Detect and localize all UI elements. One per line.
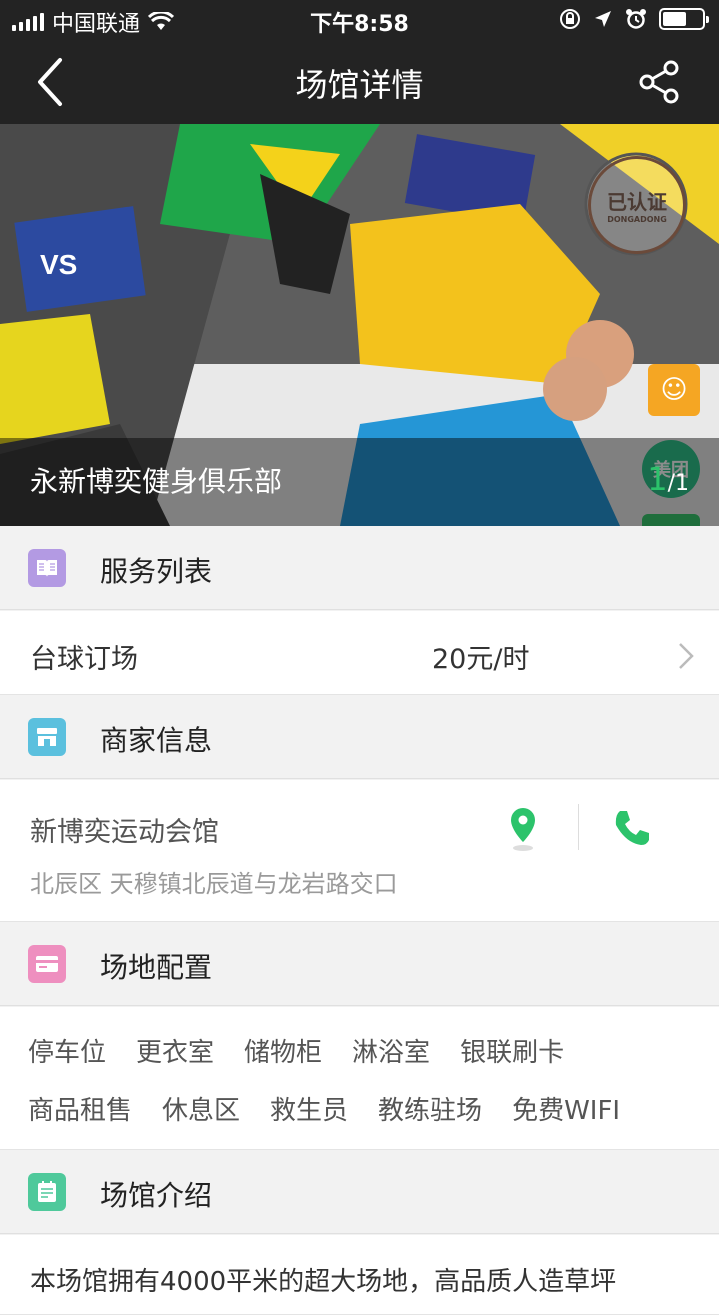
- photo-counter-current: 1: [647, 460, 668, 498]
- merchant-name: 新博奕运动会馆: [30, 817, 219, 848]
- facility-row-1: 停车位 更衣室 储物柜 淋浴室 银联刷卡: [28, 1021, 708, 1079]
- book-icon: [28, 549, 66, 587]
- nav-bar: 场馆详情: [0, 40, 719, 124]
- merchant-info: 新博奕运动会馆 北辰区 天穆镇北辰道与龙岩路交口: [0, 780, 719, 922]
- venue-name: 永新博奕健身俱乐部: [30, 465, 283, 498]
- venue-photo-carousel[interactable]: VS 已认证 DONGADONG ☺ 美团 ☺ 永新博奕健身俱乐部 1/1: [0, 124, 719, 526]
- divider: [578, 804, 579, 850]
- facility-tag: 淋浴室: [352, 1037, 431, 1068]
- service-item-billiards[interactable]: 台球订场 20元/时: [0, 611, 719, 695]
- facility-tag: 储物柜: [244, 1037, 323, 1068]
- phone-icon[interactable]: [612, 808, 652, 848]
- facility-tag: 休息区: [162, 1095, 241, 1126]
- partner-logo-orange: ☺: [648, 364, 700, 416]
- battery-fill: [663, 12, 686, 26]
- intro-section-title: 场馆介绍: [100, 1179, 213, 1212]
- facility-tag: 银联刷卡: [460, 1037, 565, 1068]
- service-name: 台球订场: [30, 644, 138, 675]
- status-right: [559, 8, 709, 30]
- facilities-section-header: 场地配置: [0, 922, 719, 1006]
- alarm-icon: [626, 9, 646, 29]
- verified-badge-label: 已认证: [607, 190, 667, 214]
- facility-tag: 商品租售: [28, 1095, 133, 1126]
- battery-icon: [659, 8, 709, 30]
- intro-content: 本场馆拥有4000平米的超大场地，高品质人造草坪: [0, 1235, 719, 1315]
- status-bar: 中国联通 下午8:58: [0, 0, 719, 40]
- verified-badge-sub: DONGADONG: [607, 215, 667, 224]
- facility-tag: 免费WIFI: [512, 1095, 621, 1126]
- svg-text:VS: VS: [40, 249, 77, 280]
- facility-tag: 停车位: [28, 1037, 107, 1068]
- verified-badge: 已认证 DONGADONG: [588, 156, 686, 254]
- note-icon: [28, 1173, 66, 1211]
- merchant-section-title: 商家信息: [100, 724, 213, 757]
- photo-caption: 永新博奕健身俱乐部 1/1: [0, 438, 719, 526]
- location-pin-icon[interactable]: [506, 806, 540, 852]
- services-section-title: 服务列表: [100, 555, 213, 588]
- page-title: 场馆详情: [295, 66, 424, 104]
- share-icon[interactable]: [635, 58, 683, 106]
- orientation-lock-icon: [560, 9, 580, 29]
- service-price: 20元/时: [432, 644, 530, 675]
- facility-tag: 更衣室: [136, 1037, 215, 1068]
- card-icon: [28, 945, 66, 983]
- facility-row-2: 商品租售 休息区 救生员 教练驻场 免费WIFI: [28, 1079, 708, 1137]
- facilities-list: 停车位 更衣室 储物柜 淋浴室 银联刷卡 商品租售 休息区 救生员 教练驻场 免…: [0, 1007, 719, 1150]
- facility-tag: 教练驻场: [378, 1095, 483, 1126]
- services-section-header: 服务列表: [0, 526, 719, 610]
- merchant-address: 北辰区 天穆镇北辰道与龙岩路交口: [30, 870, 398, 898]
- location-arrow-icon: [595, 11, 611, 27]
- photo-counter: 1/1: [647, 460, 689, 498]
- chevron-right-icon: [679, 643, 694, 669]
- facility-tag: 救生员: [270, 1095, 349, 1126]
- photo-counter-total: /1: [667, 471, 689, 496]
- store-icon: [28, 718, 66, 756]
- intro-section-header: 场馆介绍: [0, 1150, 719, 1234]
- facilities-section-title: 场地配置: [100, 951, 213, 984]
- merchant-section-header: 商家信息: [0, 695, 719, 779]
